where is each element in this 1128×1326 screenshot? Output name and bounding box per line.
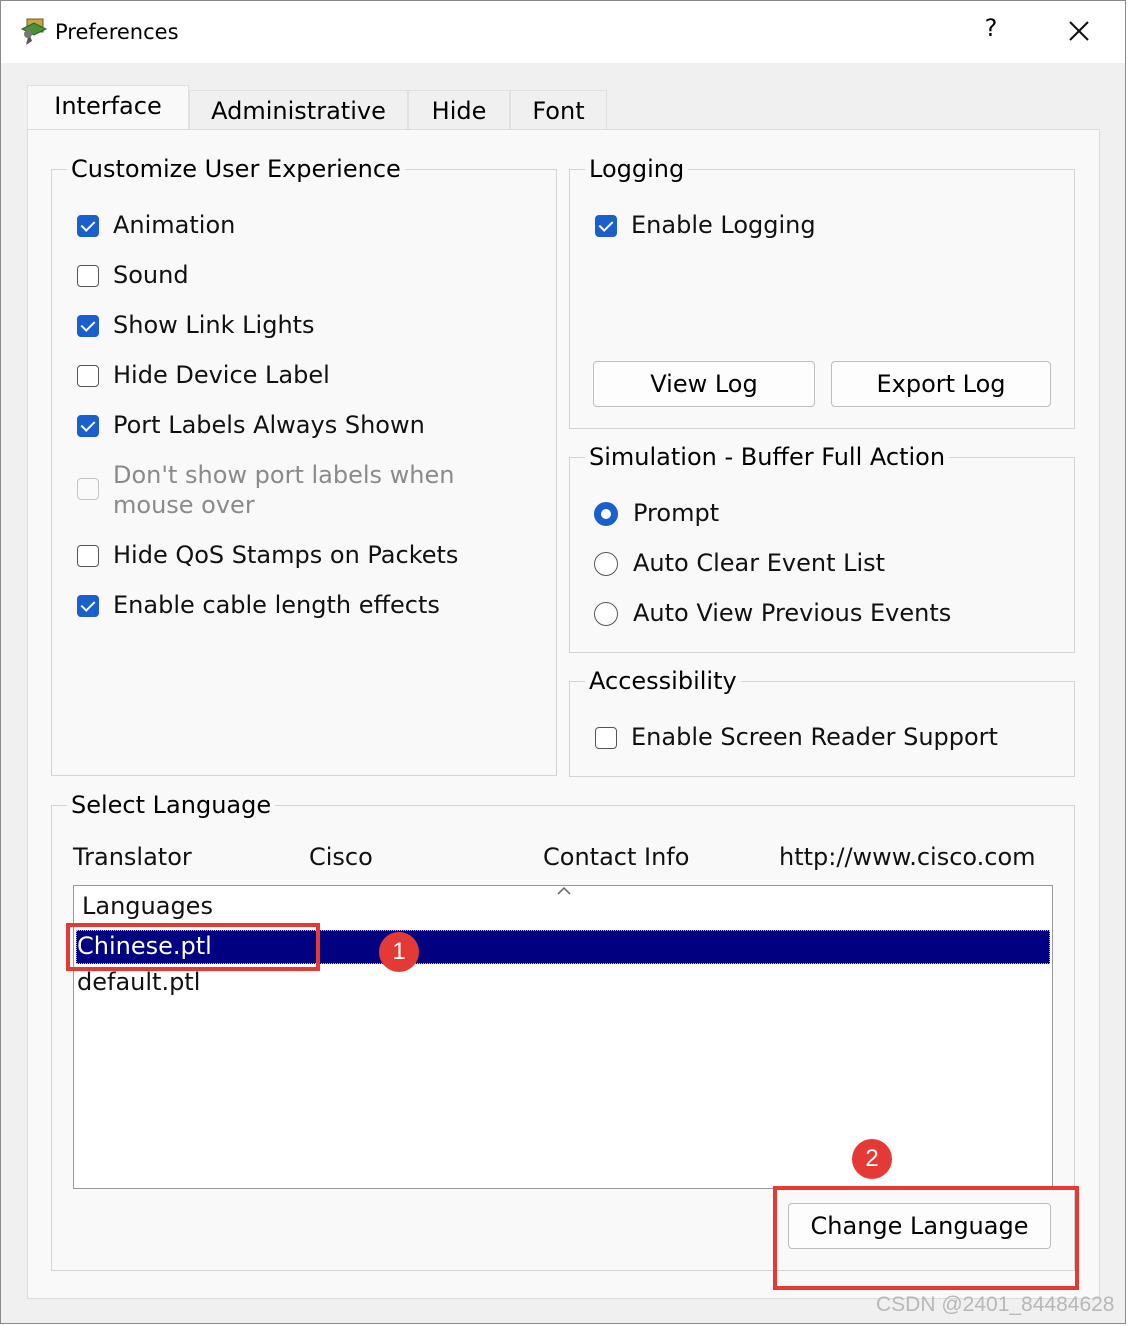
customize-group-title: Customize User Experience [67, 155, 405, 183]
packet-tracer-app-icon [20, 18, 48, 45]
translator-label: Translator [73, 843, 192, 871]
select-language-group-title: Select Language [67, 791, 276, 819]
tab-label: Interface [54, 92, 162, 120]
hide-device-label-checkbox[interactable] [77, 365, 99, 387]
contact-info-value: http://www.cisco.com [779, 843, 1036, 871]
help-button[interactable]: ? [977, 14, 1005, 42]
window-title: Preferences [55, 20, 179, 44]
annotation-box-chinese [66, 923, 320, 971]
auto-view-previous-events-label: Auto View Previous Events [633, 599, 952, 627]
animation-label: Animation [113, 211, 236, 239]
view-log-button[interactable]: View Log [593, 361, 815, 407]
prompt-label: Prompt [633, 499, 720, 527]
tab-hide[interactable]: Hide [408, 90, 510, 130]
port-labels-mouse-over-label-line2: mouse over [113, 491, 255, 519]
accessibility-group-title: Accessibility [585, 667, 741, 695]
preferences-window: Preferences ? Interface Administrative H… [0, 0, 1126, 1324]
cable-length-effects-checkbox[interactable] [77, 595, 99, 617]
tab-label: Administrative [211, 97, 386, 125]
cable-length-effects-label: Enable cable length effects [113, 591, 440, 619]
close-icon[interactable] [1061, 13, 1097, 49]
tab-font[interactable]: Font [510, 90, 607, 130]
port-labels-mouse-over-label-line1: Don't show port labels when [113, 461, 455, 489]
port-labels-mouse-over-checkbox [77, 478, 99, 500]
tab-label: Hide [431, 97, 487, 125]
sound-label: Sound [113, 261, 189, 289]
sort-ascending-icon [557, 886, 571, 895]
tab-label: Font [532, 97, 585, 125]
translator-value: Cisco [309, 843, 373, 871]
sound-checkbox[interactable] [77, 265, 99, 287]
simulation-group-title: Simulation - Buffer Full Action [585, 443, 950, 471]
auto-view-previous-events-radio[interactable] [594, 602, 618, 626]
hide-qos-stamps-checkbox[interactable] [77, 545, 99, 567]
title-bar: Preferences ? [1, 1, 1125, 63]
port-labels-always-shown-checkbox[interactable] [77, 415, 99, 437]
show-link-lights-label: Show Link Lights [113, 311, 315, 339]
animation-checkbox[interactable] [77, 215, 99, 237]
annotation-marker-2: 2 [852, 1139, 892, 1179]
hide-device-label-label: Hide Device Label [113, 361, 330, 389]
port-labels-always-shown-label: Port Labels Always Shown [113, 411, 425, 439]
watermark: CSDN @2401_84484628 [876, 1293, 1115, 1316]
view-log-button-label: View Log [650, 370, 758, 398]
export-log-button-label: Export Log [876, 370, 1006, 398]
screen-reader-checkbox[interactable] [595, 727, 617, 749]
show-link-lights-checkbox[interactable] [77, 315, 99, 337]
export-log-button[interactable]: Export Log [831, 361, 1051, 407]
contact-info-label: Contact Info [543, 843, 690, 871]
list-item[interactable]: default.ptl [77, 968, 200, 996]
annotation-box-change-language [773, 1186, 1079, 1290]
tab-interface[interactable]: Interface [27, 85, 189, 131]
annotation-marker-1: 1 [379, 932, 419, 972]
languages-list-header[interactable]: Languages [82, 892, 213, 920]
enable-logging-label: Enable Logging [631, 211, 816, 239]
auto-clear-event-list-radio[interactable] [594, 552, 618, 576]
logging-group-title: Logging [585, 155, 689, 183]
auto-clear-event-list-label: Auto Clear Event List [633, 549, 886, 577]
prompt-radio[interactable] [594, 502, 618, 526]
screen-reader-label: Enable Screen Reader Support [631, 723, 998, 751]
hide-qos-stamps-label: Hide QoS Stamps on Packets [113, 541, 459, 569]
enable-logging-checkbox[interactable] [595, 215, 617, 237]
tab-administrative[interactable]: Administrative [189, 90, 408, 130]
